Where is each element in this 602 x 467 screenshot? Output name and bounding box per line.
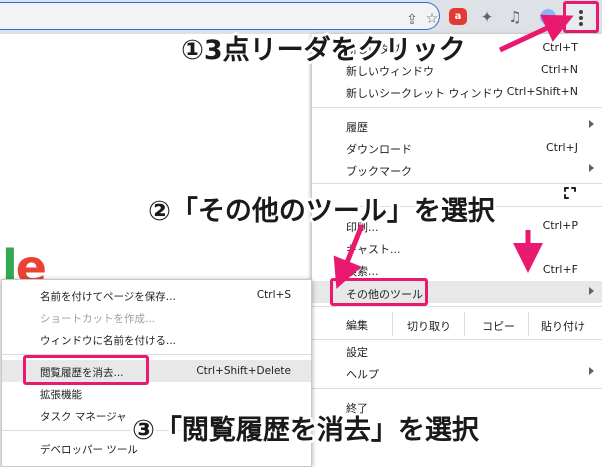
callout-step3: ③「閲覧履歴を消去」を選択 (132, 415, 479, 446)
arrow-step2 (333, 224, 365, 289)
annotation-arrows (333, 14, 574, 289)
callout-step1: ①3点リーダをクリック (181, 35, 466, 66)
callout-step2: ②「その他のツール」を選択 (148, 196, 495, 227)
arrow-step1 (498, 14, 574, 53)
